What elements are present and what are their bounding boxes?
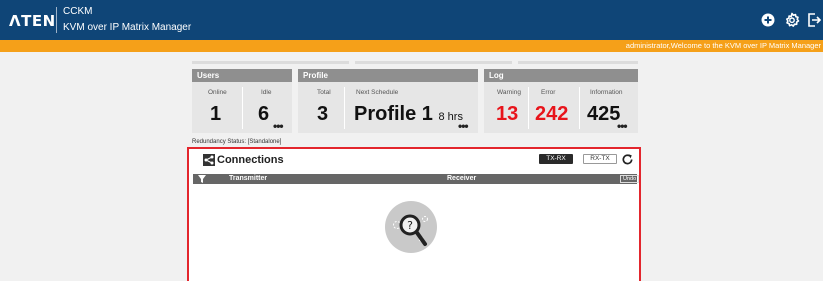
next-schedule-name: Profile 1 [354, 103, 433, 125]
filter-icon[interactable] [198, 175, 206, 183]
refresh-icon[interactable] [621, 153, 634, 166]
log-panel: Log Warning 13 Error 242 Information 425… [484, 69, 638, 133]
next-schedule-profile: Profile 1 8 hrs [354, 103, 463, 126]
error-label: Error [541, 89, 556, 96]
profile-total-label: Total [317, 89, 331, 96]
users-more-button[interactable]: ••• [273, 120, 284, 132]
redundancy-status: Redundancy Status: [Standalone] [192, 139, 282, 145]
users-panel-title: Users [192, 69, 292, 82]
gear-icon[interactable] [784, 12, 800, 28]
transmitter-column-header[interactable]: Transmitter [229, 175, 267, 182]
rx-tx-button[interactable]: RX-TX [583, 154, 617, 164]
top-bar: ΛTEN CCKM KVM over IP Matrix Manager [0, 0, 823, 40]
no-results-search-icon: ? [385, 201, 437, 253]
welcome-message: administrator,Welcome to the KVM over IP… [625, 41, 821, 50]
users-panel: Users Online 1 Idle 6 ••• [192, 69, 292, 133]
online-label: Online [208, 89, 227, 96]
svg-text:?: ? [407, 219, 413, 232]
log-more-button[interactable]: ••• [617, 120, 628, 132]
profile-total-count: 3 [317, 103, 329, 125]
status-strip-3 [518, 61, 638, 64]
tx-rx-button[interactable]: TX-RX [539, 154, 573, 164]
undo-button[interactable]: Undo [620, 175, 640, 183]
log-panel-title: Log [484, 69, 638, 82]
log-divider-2 [579, 87, 580, 129]
app-subtitle: KVM over IP Matrix Manager [63, 22, 192, 33]
receiver-column-header[interactable]: Receiver [447, 175, 476, 182]
welcome-bar: administrator,Welcome to the KVM over IP… [0, 40, 823, 52]
share-icon [203, 154, 215, 166]
information-count: 425 [587, 103, 621, 125]
profile-divider [344, 87, 345, 129]
status-strip-1 [192, 61, 349, 64]
online-count: 1 [210, 103, 222, 125]
information-label: Information [590, 89, 623, 96]
connections-title: Connections [217, 154, 284, 166]
app-name: CCKM [63, 6, 93, 17]
users-divider [242, 87, 243, 129]
profile-panel-title: Profile [298, 69, 478, 82]
profile-more-button[interactable]: ••• [458, 120, 469, 132]
warning-label: Warning [497, 89, 521, 96]
connections-panel: Connections TX-RX RX-TX Transmitter Rece… [187, 147, 641, 281]
profile-panel: Profile Total 3 Next Schedule Profile 1 … [298, 69, 478, 133]
title-divider [56, 7, 57, 33]
log-divider-1 [528, 87, 529, 129]
status-strip-2 [355, 61, 512, 64]
logout-icon[interactable] [806, 12, 822, 28]
next-schedule-label: Next Schedule [356, 89, 399, 96]
idle-count: 6 [258, 103, 270, 125]
connections-table-header: Transmitter Receiver Undo [193, 174, 640, 184]
error-count: 242 [535, 103, 569, 125]
idle-label: Idle [261, 89, 272, 96]
aten-logo: ΛTEN [9, 12, 56, 30]
warning-count: 13 [496, 103, 519, 125]
add-icon[interactable] [760, 12, 776, 28]
